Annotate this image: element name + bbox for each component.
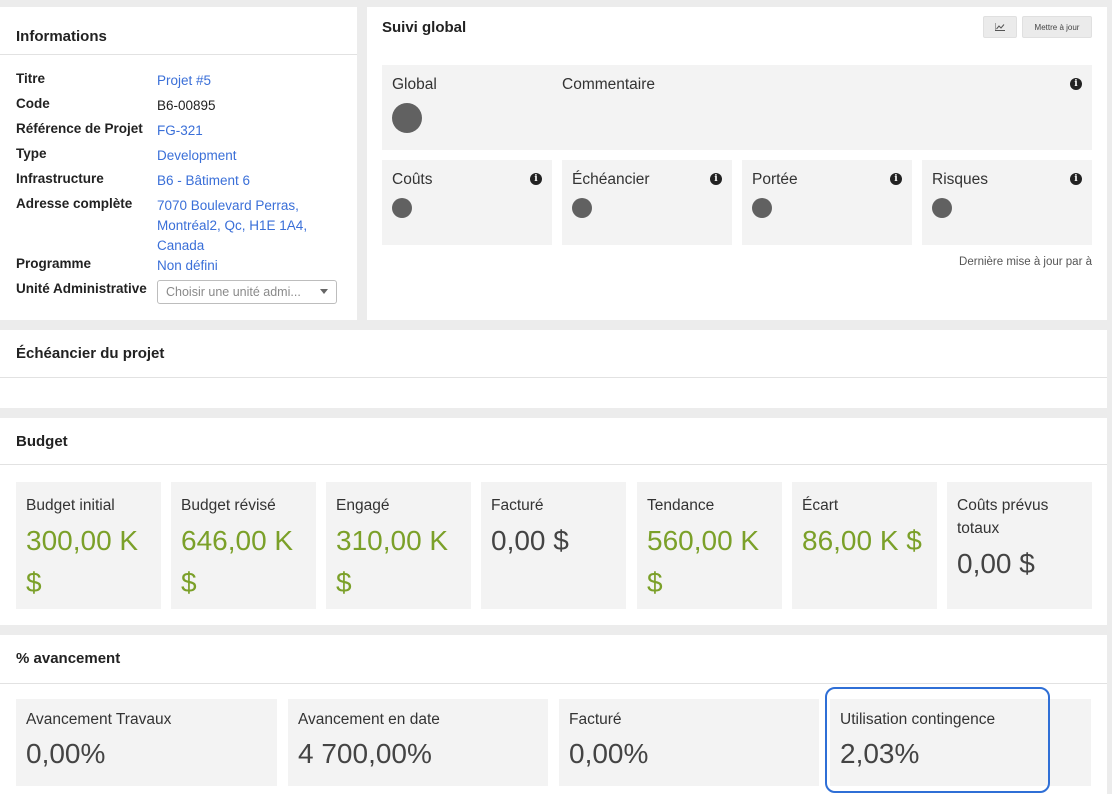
budget-card-value: 0,00 $: [491, 525, 569, 556]
info-link-adresse[interactable]: 7070 Boulevard Perras, Montréal2, Qc, H1…: [157, 196, 337, 256]
indicator-label: Échéancier: [572, 171, 650, 188]
address-line: Montréal2, Qc, H1E 1A4,: [157, 218, 308, 233]
avancement-card-label: Avancement Travaux: [26, 711, 172, 728]
indicator-couts: Coûts i: [382, 160, 552, 245]
budget-divider: [0, 464, 1107, 465]
info-label: Adresse complète: [16, 196, 133, 211]
budget-card-revise: Budget révisé 646,00 K $: [171, 482, 316, 609]
info-label: Code: [16, 96, 50, 111]
avancement-divider: [0, 683, 1107, 684]
info-label: Programme: [16, 256, 92, 271]
budget-card-facture: Facturé 0,00 $: [481, 482, 626, 609]
budget-card-label: Tendance: [647, 497, 715, 514]
suivi-global-panel: Suivi global Mettre à jour Global Commen…: [367, 7, 1107, 320]
avancement-card-label: Facturé: [569, 711, 622, 728]
indicator-risques: Risques i: [922, 160, 1092, 245]
budget-card-label: Engagé: [336, 497, 390, 514]
info-icon[interactable]: i: [710, 173, 722, 185]
status-dot: [932, 198, 952, 218]
suivi-global-title: Suivi global: [382, 19, 467, 36]
global-label: Global: [392, 76, 437, 93]
budget-card-tendance: Tendance 560,00 K $: [637, 482, 782, 609]
status-dot: [752, 198, 772, 218]
address-line: 7070 Boulevard Perras,: [157, 198, 299, 213]
info-icon[interactable]: i: [1070, 78, 1082, 90]
chart-button[interactable]: [983, 16, 1017, 38]
info-link-programme[interactable]: Non défini: [157, 256, 337, 276]
budget-card-value: 86,00 K $: [802, 525, 922, 556]
status-dot: [572, 198, 592, 218]
avancement-card-value: 4 700,00%: [298, 738, 432, 769]
status-dot: [392, 198, 412, 218]
last-update-text: Dernière mise à jour par à: [959, 256, 1092, 268]
info-icon[interactable]: i: [890, 173, 902, 185]
avancement-title: % avancement: [16, 650, 121, 667]
informations-title: Informations: [16, 28, 107, 45]
contingence-highlight-outline: [825, 687, 1050, 793]
budget-card-label: Écart: [802, 497, 839, 514]
indicator-label: Portée: [752, 171, 798, 188]
avancement-card-travaux: Avancement Travaux 0,00%: [16, 699, 277, 786]
budget-card-ecart: Écart 86,00 K $: [792, 482, 937, 609]
budget-card-value: 310,00 K $: [336, 525, 449, 598]
info-link-type[interactable]: Development: [157, 146, 337, 166]
info-value-code: B6-00895: [157, 98, 216, 113]
info-link-titre[interactable]: Projet #5: [157, 71, 337, 91]
budget-card-value: 0,00 $: [957, 548, 1035, 579]
echeancier-divider: [0, 377, 1107, 378]
budget-card-couts-prevus: Coûts prévus totaux 0,00 $: [947, 482, 1092, 609]
info-label: Infrastructure: [16, 171, 104, 186]
informations-divider: [0, 54, 357, 55]
indicator-label: Risques: [932, 171, 988, 188]
info-label: Unité Administrative: [16, 281, 147, 296]
info-link-reference[interactable]: FG-321: [157, 121, 337, 141]
budget-panel: Budget Budget initial 300,00 K $ Budget r…: [0, 418, 1107, 625]
avancement-card-label: Avancement en date: [298, 711, 440, 728]
indicator-echeancier: Échéancier i: [562, 160, 732, 245]
budget-card-value: 560,00 K $: [647, 525, 760, 598]
budget-card-label: Facturé: [491, 497, 544, 514]
avancement-card-value: 0,00%: [26, 738, 106, 769]
budget-card-label: Budget révisé: [181, 497, 276, 514]
echeancier-panel: Échéancier du projet: [0, 330, 1107, 408]
indicator-label: Coûts: [392, 171, 433, 188]
budget-card-value: 300,00 K $: [26, 525, 139, 598]
indicator-portee: Portée i: [742, 160, 912, 245]
info-icon[interactable]: i: [530, 173, 542, 185]
info-link-infrastructure[interactable]: B6 - Bâtiment 6: [157, 171, 337, 191]
info-label: Type: [16, 146, 47, 161]
unite-administrative-select[interactable]: Choisir une unité admi...: [157, 280, 337, 304]
info-label: Titre: [16, 71, 46, 86]
info-label: Référence de Projet: [16, 121, 143, 136]
budget-card-initial: Budget initial 300,00 K $: [16, 482, 161, 609]
budget-card-label: Coûts prévus totaux: [957, 497, 1049, 537]
budget-card-label: Budget initial: [26, 497, 115, 514]
global-status-dot: [392, 103, 422, 133]
update-button[interactable]: Mettre à jour: [1022, 16, 1092, 38]
select-placeholder: Choisir une unité admi...: [166, 285, 301, 299]
global-status-box: Global Commentaire i: [382, 65, 1092, 150]
line-chart-icon: [995, 23, 1005, 31]
echeancier-title: Échéancier du projet: [16, 345, 165, 362]
informations-panel: Informations Titre Projet #5 Code B6-008…: [0, 7, 357, 320]
caret-down-icon: [320, 289, 328, 294]
info-icon[interactable]: i: [1070, 173, 1082, 185]
budget-card-engage: Engagé 310,00 K $: [326, 482, 471, 609]
avancement-card-en-date: Avancement en date 4 700,00%: [288, 699, 548, 786]
avancement-card-value: 0,00%: [569, 738, 649, 769]
budget-title: Budget: [16, 433, 68, 450]
budget-card-value: 646,00 K $: [181, 525, 294, 598]
address-line: Canada: [157, 238, 205, 253]
avancement-card-facture: Facturé 0,00%: [559, 699, 819, 786]
comment-label: Commentaire: [562, 76, 656, 93]
